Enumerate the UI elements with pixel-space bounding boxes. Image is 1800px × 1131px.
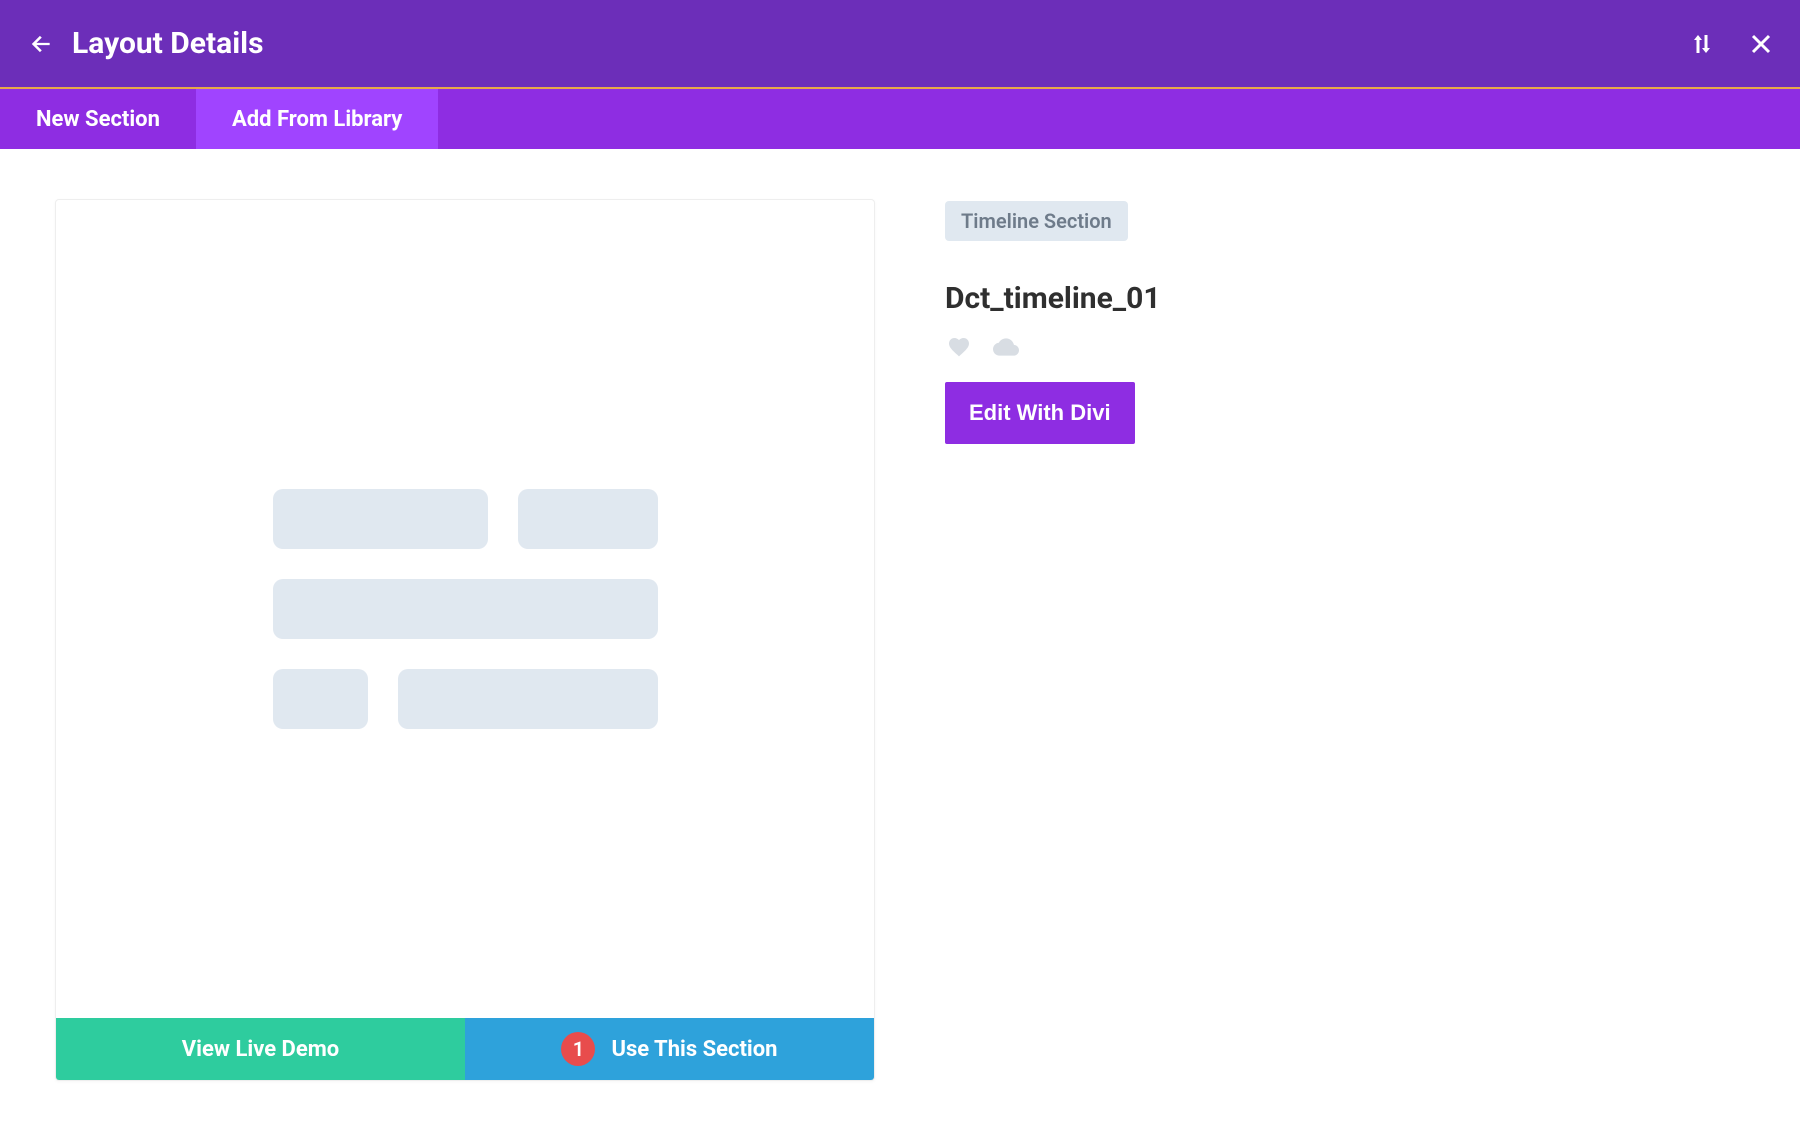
- back-arrow-icon[interactable]: [28, 31, 54, 57]
- preview-footer: View Live Demo 1 Use This Section: [56, 1018, 874, 1080]
- header-right: [1690, 32, 1772, 56]
- tab-add-from-library[interactable]: Add From Library: [196, 89, 438, 149]
- close-icon[interactable]: [1750, 33, 1772, 55]
- cloud-icon[interactable]: [987, 334, 1025, 360]
- details-panel: Timeline Section Dct_timeline_01 Edit Wi…: [945, 199, 1745, 1081]
- preview-card: View Live Demo 1 Use This Section: [55, 199, 875, 1081]
- skeleton-block: [273, 579, 658, 639]
- page-title: Layout Details: [72, 26, 263, 61]
- view-live-demo-button[interactable]: View Live Demo: [56, 1018, 465, 1080]
- action-icons: [945, 334, 1745, 360]
- layout-name: Dct_timeline_01: [945, 281, 1745, 316]
- edit-with-divi-button[interactable]: Edit With Divi: [945, 382, 1135, 444]
- modal-header: Layout Details: [0, 0, 1800, 87]
- skeleton-block: [398, 669, 658, 729]
- tab-new-section[interactable]: New Section: [0, 89, 196, 149]
- category-tag[interactable]: Timeline Section: [945, 201, 1128, 241]
- preview-placeholder: [56, 200, 874, 1018]
- skeleton-block: [273, 489, 488, 549]
- use-section-label: Use This Section: [611, 1037, 777, 1062]
- header-left: Layout Details: [28, 26, 263, 61]
- use-this-section-button[interactable]: 1 Use This Section: [465, 1018, 874, 1080]
- tabs-bar: New Section Add From Library: [0, 89, 1800, 149]
- step-number-badge: 1: [561, 1032, 595, 1066]
- heart-icon[interactable]: [945, 335, 973, 359]
- skeleton-row: [273, 669, 658, 729]
- skeleton-row: [273, 579, 658, 639]
- sort-arrows-icon[interactable]: [1690, 32, 1714, 56]
- skeleton-row: [273, 489, 658, 549]
- content-area: View Live Demo 1 Use This Section Timeli…: [0, 149, 1800, 1131]
- skeleton-block: [273, 669, 368, 729]
- skeleton-block: [518, 489, 658, 549]
